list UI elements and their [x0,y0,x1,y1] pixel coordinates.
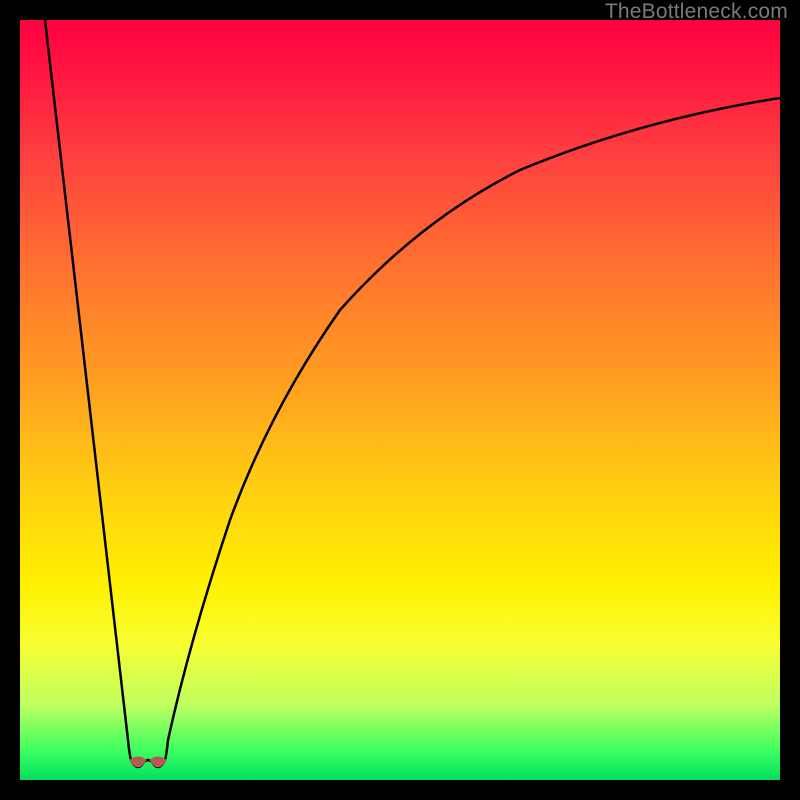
curve-right-branch [168,98,780,740]
plot-frame [20,20,780,780]
valley-bump-right [150,757,166,767]
bottleneck-curve [20,20,780,780]
curve-left-branch [45,20,128,740]
valley-bump-left [130,757,146,767]
